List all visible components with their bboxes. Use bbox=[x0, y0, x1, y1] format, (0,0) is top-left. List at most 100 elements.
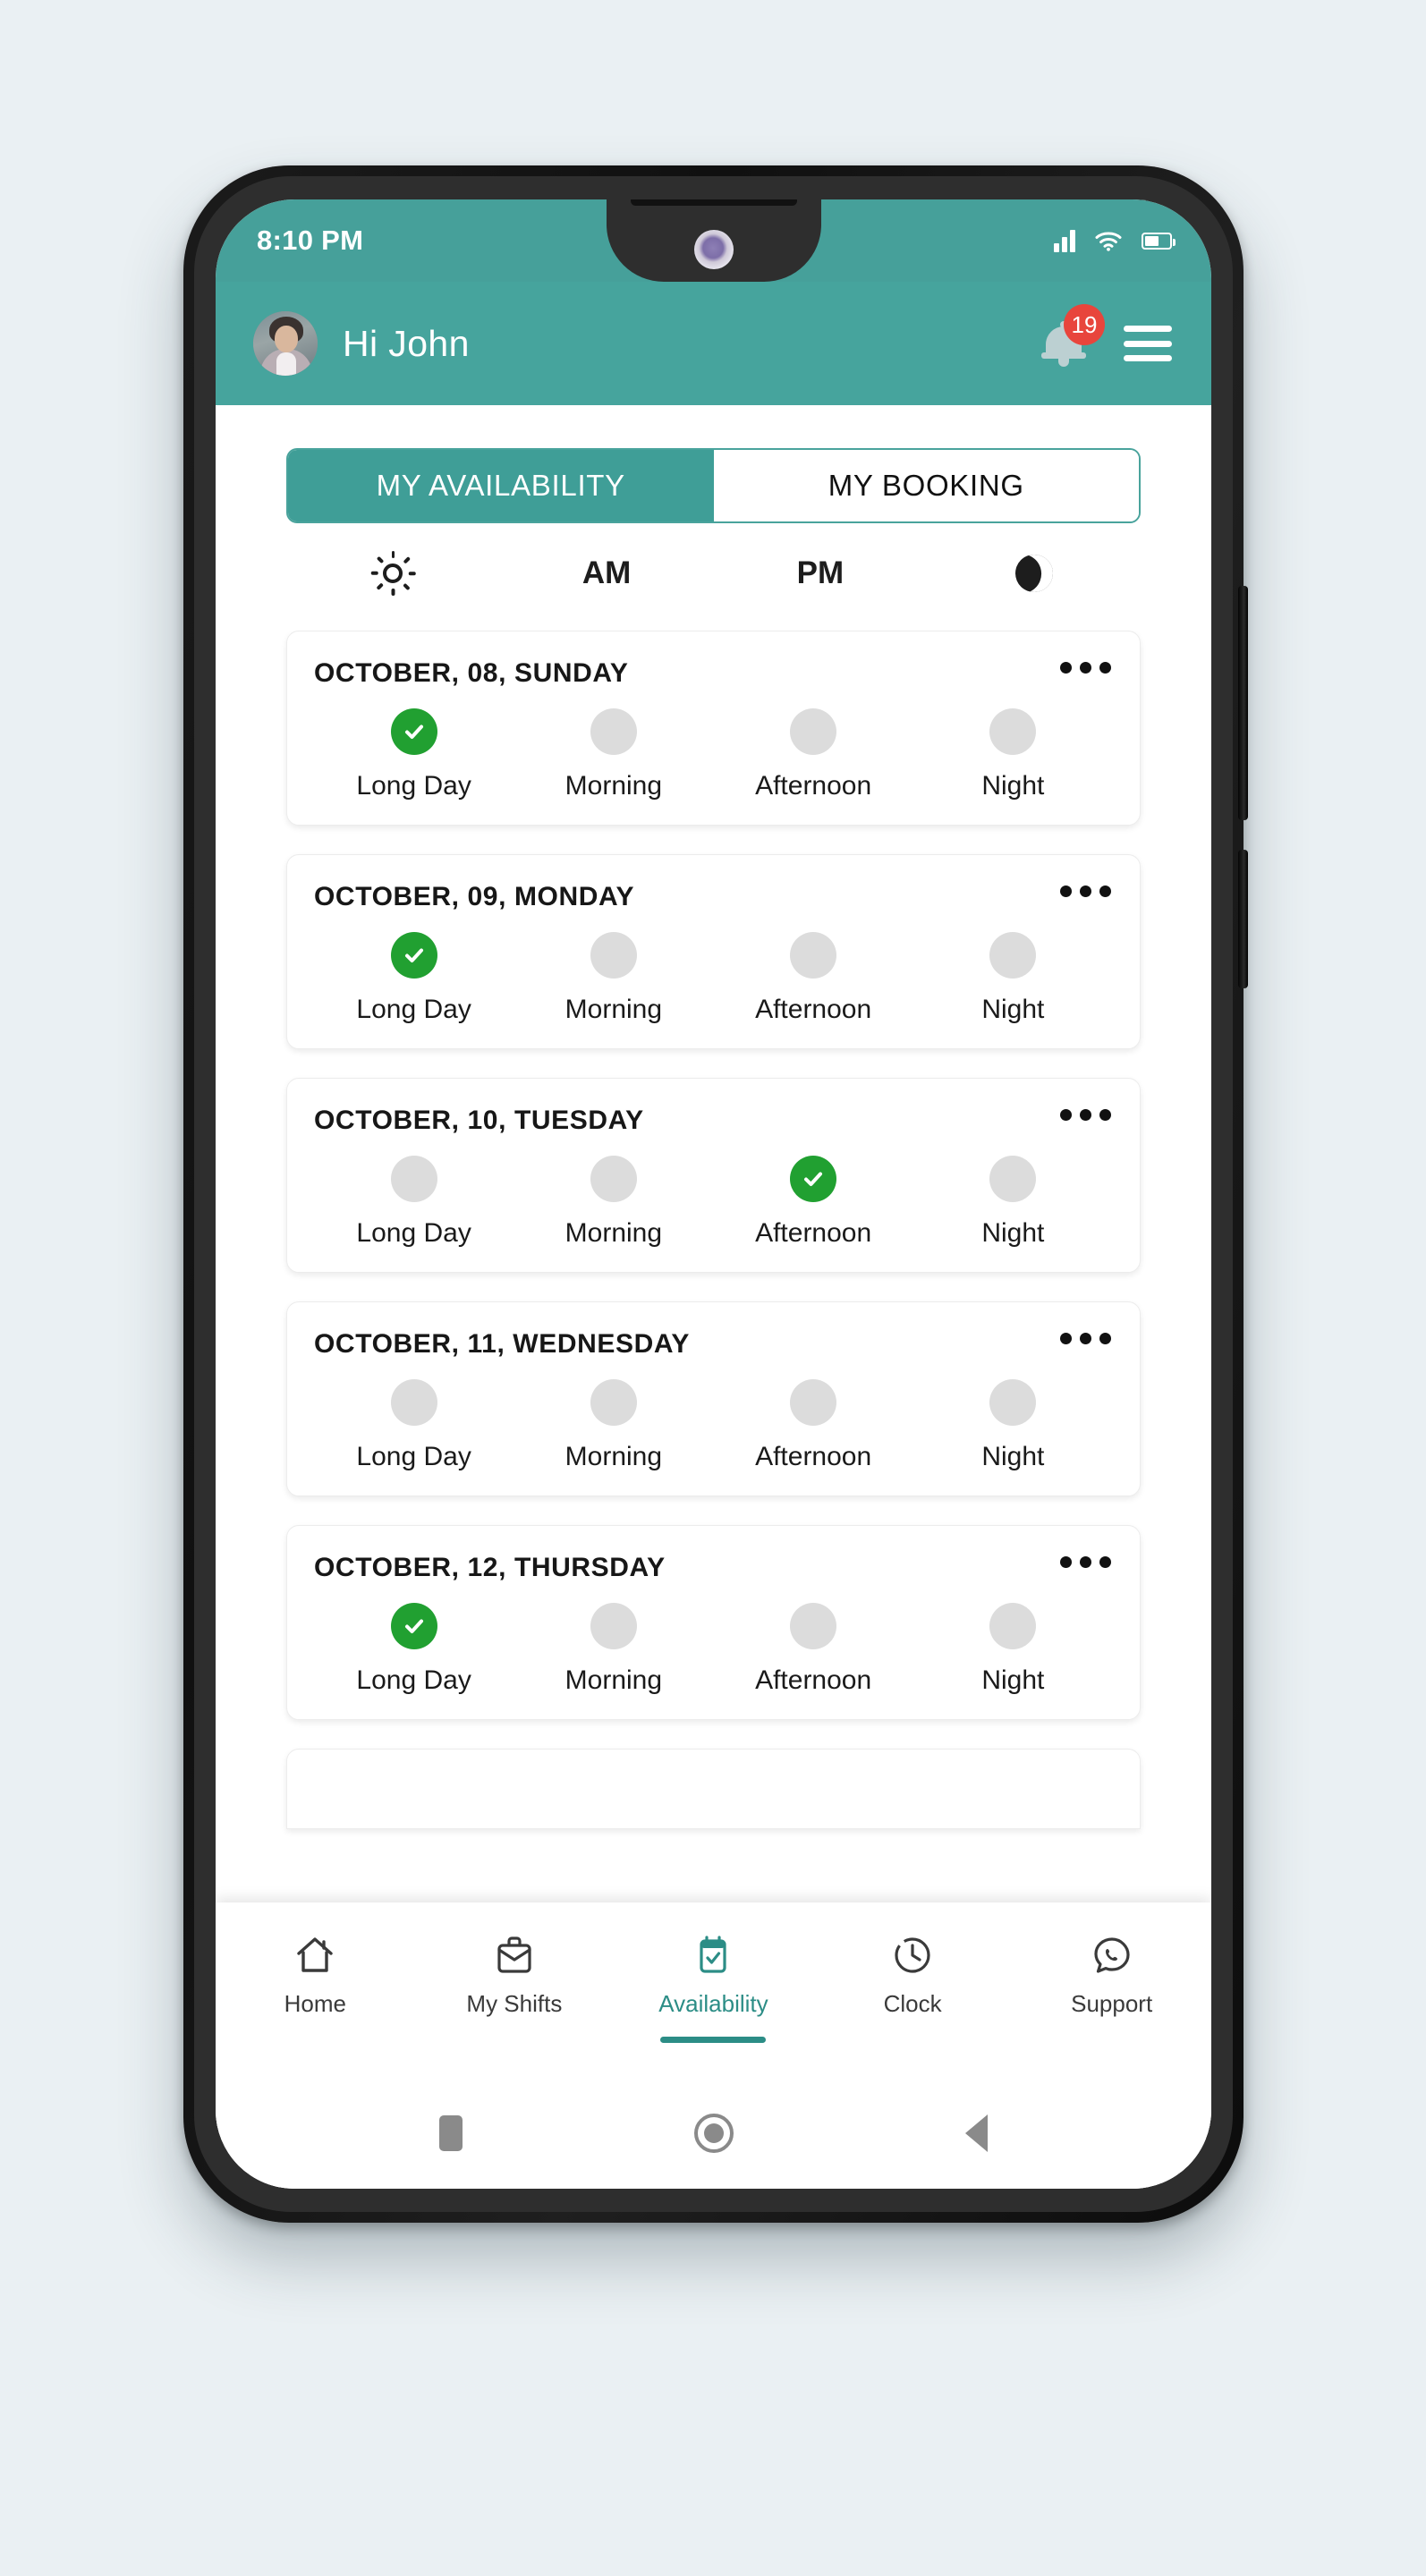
shift-slot-label: Night bbox=[981, 771, 1045, 801]
whatsapp-support-icon bbox=[1087, 1928, 1137, 1983]
greeting-text: Hi John bbox=[343, 322, 470, 364]
shift-slot-morning[interactable]: Morning bbox=[514, 1379, 713, 1472]
shift-slot-label: Morning bbox=[564, 1665, 663, 1695]
android-system-nav bbox=[216, 2078, 1211, 2189]
table-row[interactable]: OCTOBER, 10, TUESDAY Long Day Morning Af… bbox=[286, 1078, 1141, 1273]
bottom-navigation-bar: Home My Shifts Availability Clock Suppor… bbox=[216, 1902, 1211, 2078]
shift-slot-label: Afternoon bbox=[755, 1218, 872, 1248]
period-cell-sun bbox=[286, 551, 500, 596]
nav-item-my-shifts[interactable]: My Shifts bbox=[415, 1928, 615, 2018]
shift-toggle-circle[interactable] bbox=[989, 1603, 1037, 1649]
shift-slot-label: Afternoon bbox=[755, 1442, 872, 1471]
battery-icon bbox=[1142, 232, 1176, 250]
three-dots-menu-icon[interactable] bbox=[1058, 1553, 1113, 1572]
shift-toggle-circle[interactable] bbox=[390, 708, 437, 755]
three-dots-menu-icon[interactable] bbox=[1058, 1329, 1113, 1348]
shift-toggle-circle[interactable] bbox=[989, 1379, 1037, 1426]
shift-toggle-circle[interactable] bbox=[590, 1379, 637, 1426]
shift-toggle-circle[interactable] bbox=[790, 1156, 837, 1202]
shift-slot-morning[interactable]: Morning bbox=[514, 1156, 713, 1249]
shift-slot-morning[interactable]: Morning bbox=[514, 708, 713, 801]
nav-item-home[interactable]: Home bbox=[216, 1928, 415, 2018]
shift-slot-row: Long Day Morning Afternoon Night bbox=[314, 1156, 1113, 1249]
home-icon bbox=[290, 1928, 340, 1983]
avatar[interactable] bbox=[253, 311, 318, 376]
shift-slot-long-day[interactable]: Long Day bbox=[314, 932, 514, 1025]
shift-toggle-circle[interactable] bbox=[989, 932, 1037, 979]
shift-toggle-circle[interactable] bbox=[590, 1156, 637, 1202]
shift-slot-label: Night bbox=[981, 1442, 1045, 1471]
nav-item-availability[interactable]: Availability bbox=[614, 1928, 813, 2043]
table-row[interactable]: OCTOBER, 11, WEDNESDAY Long Day Morning … bbox=[286, 1301, 1141, 1496]
shift-toggle-circle[interactable] bbox=[989, 1156, 1037, 1202]
shift-toggle-circle[interactable] bbox=[590, 932, 637, 979]
notification-bell-icon[interactable]: 19 bbox=[1041, 304, 1105, 369]
shift-slot-morning[interactable]: Morning bbox=[514, 1603, 713, 1696]
shift-toggle-circle[interactable] bbox=[390, 932, 437, 979]
shift-slot-morning[interactable]: Morning bbox=[514, 932, 713, 1025]
shift-toggle-circle[interactable] bbox=[989, 708, 1037, 755]
table-row[interactable]: OCTOBER, 12, THURSDAY Long Day Morning A… bbox=[286, 1525, 1141, 1720]
volume-rocker-button[interactable] bbox=[1238, 586, 1248, 820]
hamburger-menu-icon[interactable] bbox=[1124, 326, 1172, 361]
nav-item-clock[interactable]: Clock bbox=[813, 1928, 1013, 2018]
shift-slot-afternoon[interactable]: Afternoon bbox=[714, 932, 913, 1025]
shift-slot-row: Long Day Morning Afternoon Night bbox=[314, 708, 1113, 801]
shift-toggle-circle[interactable] bbox=[790, 932, 837, 979]
shift-slot-afternoon[interactable]: Afternoon bbox=[714, 1379, 913, 1472]
calendar-check-icon bbox=[688, 1928, 738, 1983]
shift-toggle-circle[interactable] bbox=[390, 1156, 437, 1202]
shift-slot-afternoon[interactable]: Afternoon bbox=[714, 1156, 913, 1249]
table-row-partial[interactable] bbox=[286, 1749, 1141, 1829]
shift-toggle-circle[interactable] bbox=[790, 1603, 837, 1649]
shift-slot-night[interactable]: Night bbox=[913, 1156, 1113, 1249]
table-row[interactable]: OCTOBER, 08, SUNDAY Long Day Morning Aft… bbox=[286, 631, 1141, 826]
home-circle-icon[interactable] bbox=[693, 2114, 734, 2153]
earpiece-speaker bbox=[630, 199, 797, 206]
three-dots-menu-icon[interactable] bbox=[1058, 658, 1113, 677]
shift-toggle-circle[interactable] bbox=[590, 1603, 637, 1649]
shift-toggle-circle[interactable] bbox=[390, 1603, 437, 1649]
nav-item-label: Home bbox=[284, 1990, 346, 2017]
wifi-icon bbox=[1095, 232, 1122, 251]
shift-slot-night[interactable]: Night bbox=[913, 1603, 1113, 1696]
shift-toggle-circle[interactable] bbox=[790, 708, 837, 755]
active-tab-indicator bbox=[660, 2037, 767, 2043]
period-cell-am: AM bbox=[581, 555, 632, 590]
shift-slot-long-day[interactable]: Long Day bbox=[314, 1379, 514, 1472]
shift-toggle-circle[interactable] bbox=[390, 1379, 437, 1426]
briefcase-icon bbox=[489, 1928, 539, 1983]
tab-my-availability[interactable]: MY AVAILABILITY bbox=[288, 450, 714, 521]
table-row[interactable]: OCTOBER, 09, MONDAY Long Day Morning Aft… bbox=[286, 854, 1141, 1049]
card-date-label: OCTOBER, 09, MONDAY bbox=[314, 882, 635, 911]
shift-slot-long-day[interactable]: Long Day bbox=[314, 708, 514, 801]
shift-toggle-circle[interactable] bbox=[790, 1379, 837, 1426]
notification-badge: 19 bbox=[1064, 304, 1105, 345]
tab-switcher: MY AVAILABILITY MY BOOKING bbox=[286, 448, 1141, 523]
three-dots-menu-icon[interactable] bbox=[1058, 882, 1113, 901]
tab-my-booking[interactable]: MY BOOKING bbox=[713, 450, 1139, 521]
shift-slot-label: Morning bbox=[564, 1218, 663, 1248]
shift-slot-row: Long Day Morning Afternoon Night bbox=[314, 1603, 1113, 1696]
three-dots-menu-icon[interactable] bbox=[1058, 1106, 1113, 1124]
recents-square-icon[interactable] bbox=[438, 2115, 463, 2151]
back-triangle-icon[interactable] bbox=[965, 2114, 989, 2152]
notch bbox=[606, 199, 821, 282]
shift-slot-afternoon[interactable]: Afternoon bbox=[714, 1603, 913, 1696]
shift-toggle-circle[interactable] bbox=[590, 708, 637, 755]
nav-item-support[interactable]: Support bbox=[1012, 1928, 1211, 2018]
card-header: OCTOBER, 11, WEDNESDAY bbox=[314, 1329, 1113, 1360]
shift-slot-night[interactable]: Night bbox=[913, 1379, 1113, 1472]
shift-slot-label: Afternoon bbox=[755, 1665, 872, 1695]
front-camera-icon bbox=[693, 230, 734, 269]
shift-slot-night[interactable]: Night bbox=[913, 932, 1113, 1025]
period-cell-pm: PM bbox=[796, 555, 845, 590]
shift-slot-long-day[interactable]: Long Day bbox=[314, 1156, 514, 1249]
shift-slot-afternoon[interactable]: Afternoon bbox=[714, 708, 913, 801]
power-button[interactable] bbox=[1238, 850, 1248, 988]
shift-slot-long-day[interactable]: Long Day bbox=[314, 1603, 514, 1696]
signal-bars-icon bbox=[1054, 229, 1075, 252]
shift-slot-label: Morning bbox=[564, 995, 663, 1024]
shift-slot-night[interactable]: Night bbox=[913, 708, 1113, 801]
shift-slot-label: Morning bbox=[564, 1442, 663, 1471]
